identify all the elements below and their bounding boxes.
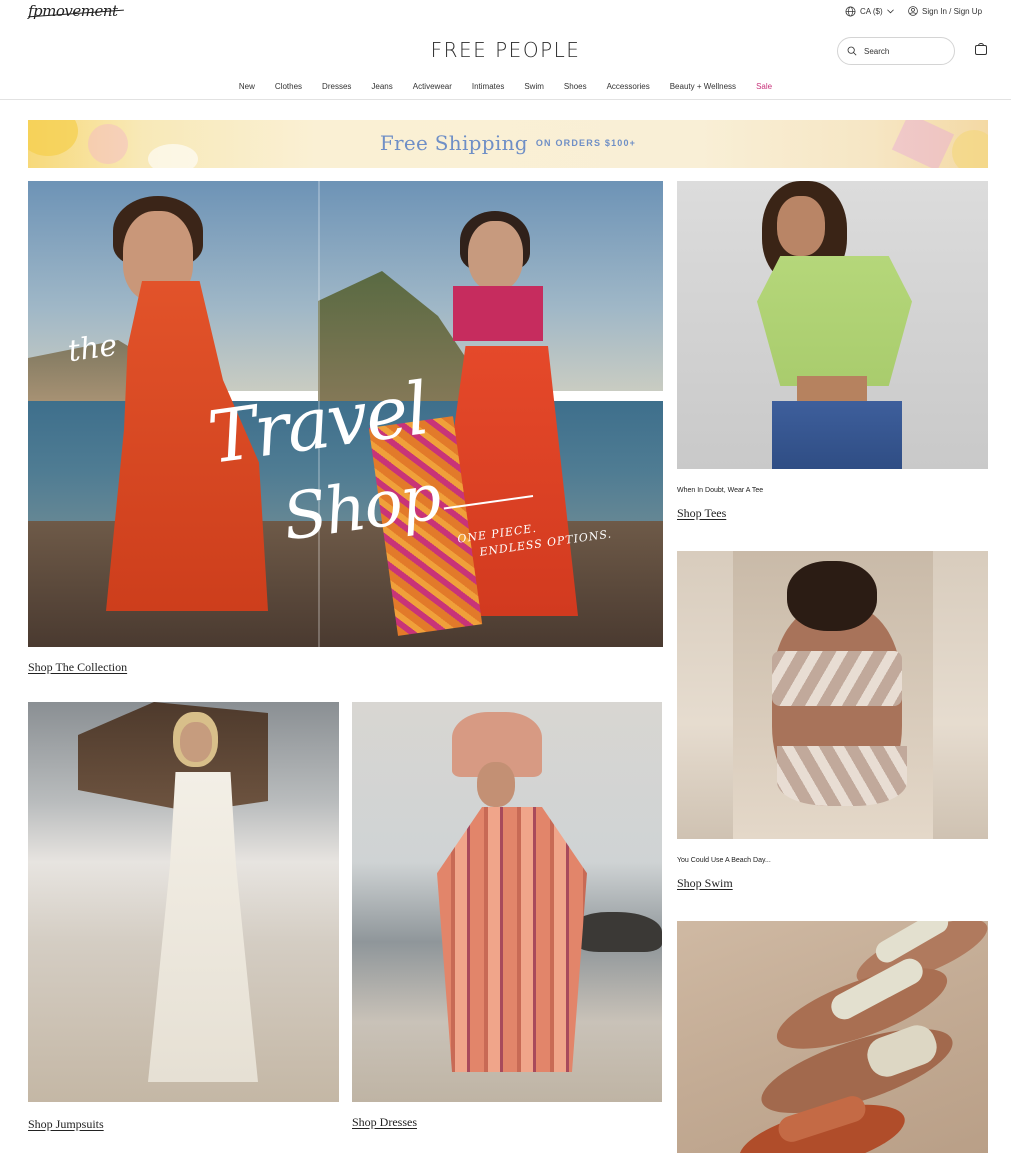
travel-shop-hero-image[interactable]: the Travel Shop ONE PIECE. ENDLESS OPTIO… <box>28 181 663 647</box>
nav-beauty-wellness[interactable]: Beauty + Wellness <box>660 82 746 91</box>
shop-the-collection-link[interactable]: Shop The Collection <box>28 660 127 675</box>
shore-rocks <box>572 912 662 952</box>
fp-movement-logo[interactable]: fpmovement <box>28 2 118 20</box>
model-face <box>777 196 825 256</box>
promo-message: Free Shipping ON ORDERS $100+ <box>28 131 988 155</box>
free-shipping-banner[interactable]: Free Shipping ON ORDERS $100+ <box>28 120 988 168</box>
model-face <box>477 762 515 807</box>
model-face <box>468 221 523 291</box>
shop-tees-link[interactable]: Shop Tees <box>677 506 726 521</box>
promo-headline: Free Shipping <box>379 131 528 155</box>
sign-in-link[interactable]: Sign In / Sign Up <box>908 6 982 16</box>
pink-top <box>453 286 543 341</box>
shop-swim-link[interactable]: Shop Swim <box>677 876 733 891</box>
region-selector[interactable]: CA ($) <box>845 6 894 17</box>
nav-jeans[interactable]: Jeans <box>361 82 402 91</box>
sandals-image[interactable] <box>677 921 988 1153</box>
chevron-down-icon <box>886 9 894 14</box>
shopping-bag-icon <box>975 42 987 55</box>
search-icon[interactable] <box>847 46 857 56</box>
shop-jumpsuits-link[interactable]: Shop Jumpsuits <box>28 1117 104 1132</box>
nav-activewear[interactable]: Activewear <box>403 82 462 91</box>
search-input[interactable] <box>864 46 944 56</box>
nav-intimates[interactable]: Intimates <box>462 82 514 91</box>
striped-dress <box>437 807 587 1072</box>
sign-in-label: Sign In / Sign Up <box>922 6 983 16</box>
nav-sale[interactable]: Sale <box>746 82 782 91</box>
promo-subtext: ON ORDERS $100+ <box>535 138 637 148</box>
tees-image[interactable] <box>677 181 988 469</box>
main-nav: New Clothes Dresses Jeans Activewear Int… <box>0 82 1011 91</box>
tees-caption: When In Doubt, Wear A Tee <box>677 487 764 494</box>
user-icon <box>908 6 918 16</box>
bikini-bottom <box>777 746 907 806</box>
model-hair <box>787 561 877 631</box>
search-box[interactable] <box>837 37 955 65</box>
region-label: CA ($) <box>860 7 883 16</box>
site-header: fpmovement CA ($) Sign In / Sign Up FREE… <box>0 0 1011 100</box>
hero-script-the: the <box>65 327 120 370</box>
nav-clothes[interactable]: Clothes <box>265 82 312 91</box>
jeans <box>772 401 902 469</box>
swim-caption: You Could Use A Beach Day... <box>677 857 771 864</box>
nav-new[interactable]: New <box>229 82 265 91</box>
bikini-top <box>772 651 902 706</box>
jumpsuits-image[interactable] <box>28 702 339 1102</box>
white-jumpsuit <box>148 772 258 1082</box>
cliff-rocks <box>78 702 268 812</box>
dresses-image[interactable] <box>352 702 662 1102</box>
nav-swim[interactable]: Swim <box>514 82 554 91</box>
green-tee <box>757 256 912 386</box>
nav-dresses[interactable]: Dresses <box>312 82 361 91</box>
model-face <box>180 722 212 762</box>
shop-dresses-link[interactable]: Shop Dresses <box>352 1115 417 1130</box>
nav-shoes[interactable]: Shoes <box>554 82 597 91</box>
swim-image[interactable] <box>677 551 988 839</box>
globe-icon <box>845 6 856 17</box>
shopping-bag-button[interactable] <box>974 42 988 61</box>
nav-accessories[interactable]: Accessories <box>597 82 660 91</box>
